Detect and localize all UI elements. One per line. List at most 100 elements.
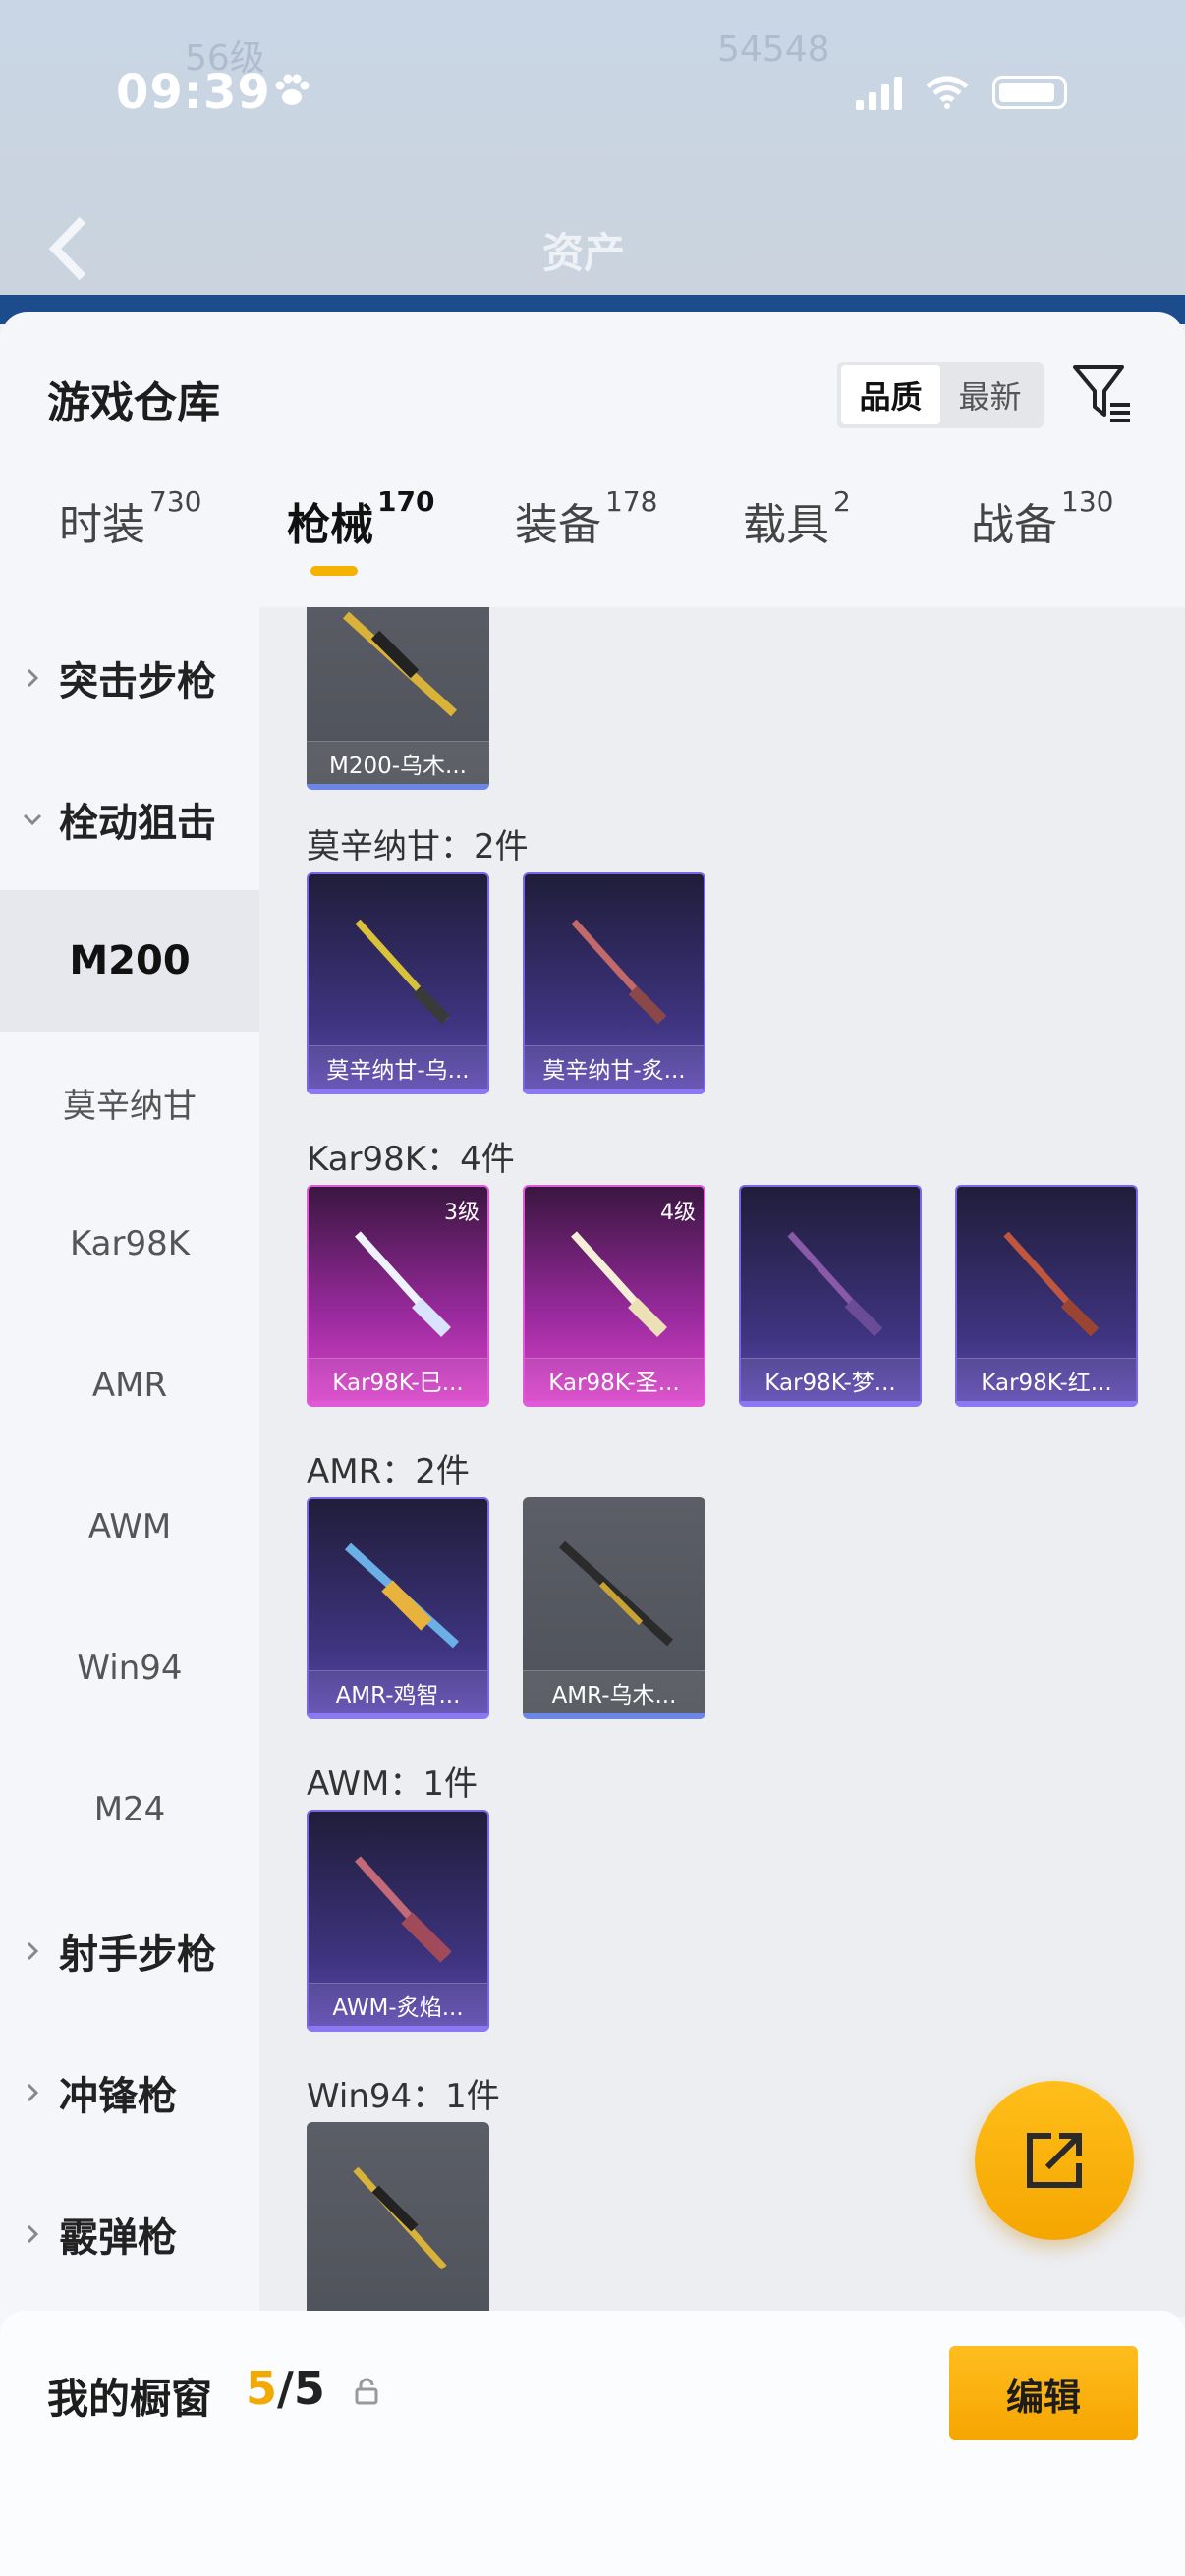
- weapon-card[interactable]: AMR-乌木...: [523, 1497, 705, 1719]
- weapon-card[interactable]: 3级 Kar98K-巳...: [307, 1185, 489, 1407]
- chevron-right-icon: [27, 668, 39, 688]
- rifle-image: [355, 1231, 451, 1337]
- weapon-name: Kar98K-巳...: [309, 1358, 487, 1401]
- weapon-grid: M200-乌木... 莫辛纳甘：2件 莫辛纳甘-乌... 莫辛纳甘-炙... K…: [259, 607, 1185, 2317]
- rifle-image: [355, 1856, 452, 1963]
- weapon-name: AMR-鸡智...: [309, 1670, 487, 1713]
- tab-vehicles[interactable]: 载具 2: [743, 485, 851, 552]
- category-tabs: 时装 730 枪械 170 装备 178 载具 2 战备 130: [0, 485, 1185, 578]
- sidebar-item-win94[interactable]: Win94: [0, 1597, 259, 1739]
- tab-label: 枪械: [287, 500, 373, 550]
- tab-count: 170: [377, 485, 435, 518]
- warehouse-title: 游戏仓库: [47, 378, 220, 428]
- sidebar-item-label: 冲锋枪: [59, 2074, 177, 2119]
- tab-label: 时装: [59, 500, 145, 550]
- tab-count: 730: [149, 485, 202, 518]
- ghost-text: 54548: [717, 29, 830, 70]
- page-title: 资产: [542, 229, 626, 277]
- weapon-card[interactable]: Kar98K-红...: [955, 1185, 1138, 1407]
- chevron-right-icon: [27, 2224, 39, 2244]
- wifi-icon: [926, 76, 969, 109]
- tab-count: 2: [833, 485, 851, 518]
- tab-label: 战备: [971, 500, 1057, 550]
- sidebar-item-label: 突击步枪: [59, 659, 216, 704]
- weapon-name: M200-乌木...: [307, 741, 489, 784]
- tab-count: 130: [1061, 485, 1114, 518]
- status-time: 09:39: [116, 65, 271, 120]
- sort-newest-button[interactable]: 最新: [940, 365, 1040, 424]
- sidebar-item-m200[interactable]: M200: [0, 890, 259, 1032]
- warehouse-sheet: 游戏仓库 品质 最新 时装 730 枪械 170 装备 178 载具 2 战备 130 突…: [0, 312, 1185, 2576]
- sidebar-item-mosin[interactable]: 莫辛纳甘: [0, 1032, 259, 1173]
- tab-equipment[interactable]: 装备 178: [515, 485, 657, 552]
- group-label-awm: AWM：1件: [307, 1764, 478, 1804]
- weapon-name: 莫辛纳甘-炙...: [525, 1045, 704, 1089]
- sidebar-item-m24[interactable]: M24: [0, 1739, 259, 1880]
- edit-button[interactable]: 编辑: [949, 2346, 1138, 2440]
- rifle-image: [342, 611, 458, 717]
- chevron-down-icon: [23, 813, 42, 826]
- paw-icon: [275, 74, 310, 105]
- lock-icon: [355, 2378, 378, 2405]
- rifle-image: [571, 1231, 667, 1337]
- tab-fashion[interactable]: 时装 730: [59, 485, 201, 552]
- sidebar-item-shotgun[interactable]: 霰弹枪: [0, 2163, 259, 2305]
- weapon-card[interactable]: AMR-鸡智...: [307, 1497, 489, 1719]
- sidebar-item-kar98k[interactable]: Kar98K: [0, 1173, 259, 1315]
- tab-count: 178: [605, 485, 658, 518]
- share-button[interactable]: [975, 2081, 1134, 2240]
- back-arrow-icon[interactable]: [47, 214, 90, 283]
- showcase-bar: 我的橱窗 5/5 编辑: [0, 2311, 1185, 2576]
- sidebar-item-marksman-rifle[interactable]: 射手步枪: [0, 1880, 259, 2022]
- weapon-card[interactable]: 莫辛纳甘-乌...: [307, 872, 489, 1094]
- rifle-image: [353, 2166, 447, 2270]
- sidebar-item-smg[interactable]: 冲锋枪: [0, 2022, 259, 2163]
- share-icon: [1027, 2133, 1082, 2188]
- status-icons: [856, 75, 1067, 110]
- group-label-mosin: 莫辛纳甘：2件: [307, 827, 529, 867]
- group-label-kar98k: Kar98K：4件: [307, 1140, 515, 1179]
- battery-icon: [992, 76, 1067, 109]
- filter-icon[interactable]: [1071, 362, 1134, 424]
- weapon-name: 莫辛纳甘-乌...: [309, 1045, 487, 1089]
- rifle-image: [344, 1542, 460, 1649]
- signal-icon: [856, 75, 902, 110]
- tab-label: 装备: [515, 500, 601, 550]
- weapon-sidebar: 突击步枪 栓动狙击 M200 莫辛纳甘 Kar98K AMR AWM Win94…: [0, 607, 259, 2317]
- showcase-label: 我的橱窗: [47, 2375, 213, 2423]
- rifle-image: [355, 919, 451, 1025]
- sidebar-item-label: 霰弹枪: [59, 2215, 177, 2261]
- tab-firearms[interactable]: 枪械 170: [287, 485, 434, 576]
- chevron-right-icon: [27, 1941, 39, 1961]
- weapon-card[interactable]: Kar98K-梦...: [739, 1185, 922, 1407]
- sort-toggle: 品质 最新: [837, 362, 1044, 428]
- weapon-name: Kar98K-圣...: [525, 1358, 704, 1401]
- group-label-amr: AMR：2件: [307, 1452, 470, 1491]
- weapon-name: Kar98K-梦...: [741, 1358, 920, 1401]
- tab-supplies[interactable]: 战备 130: [971, 485, 1113, 552]
- tab-label: 载具: [743, 500, 829, 550]
- showcase-total: /5: [277, 2362, 325, 2415]
- sidebar-item-awm[interactable]: AWM: [0, 1456, 259, 1597]
- showcase-count: 5/5: [246, 2362, 325, 2415]
- weapon-card[interactable]: M200-乌木...: [307, 607, 489, 790]
- sort-quality-button[interactable]: 品质: [841, 365, 940, 424]
- sidebar-item-amr[interactable]: AMR: [0, 1315, 259, 1456]
- weapon-card[interactable]: AWM-炙焰...: [307, 1810, 489, 2032]
- rifle-image: [1003, 1231, 1100, 1337]
- sidebar-item-label: 栓动狙击: [59, 801, 216, 846]
- rifle-image: [558, 1540, 674, 1647]
- chevron-right-icon: [27, 2083, 39, 2102]
- weapon-name: Kar98K-红...: [957, 1358, 1136, 1401]
- rifle-image: [571, 919, 667, 1025]
- weapon-card[interactable]: 4级 Kar98K-圣...: [523, 1185, 705, 1407]
- weapon-name: AMR-乌木...: [523, 1670, 705, 1713]
- weapon-card[interactable]: [307, 2122, 489, 2317]
- weapon-name: AWM-炙焰...: [309, 1983, 487, 2026]
- group-label-win94: Win94：1件: [307, 2077, 500, 2116]
- sidebar-item-label: 射手步枪: [59, 1932, 216, 1978]
- weapon-card[interactable]: 莫辛纳甘-炙...: [523, 872, 705, 1094]
- rifle-image: [787, 1231, 883, 1337]
- sidebar-item-assault-rifle[interactable]: 突击步枪: [0, 607, 259, 749]
- sidebar-item-bolt-sniper[interactable]: 栓动狙击: [0, 749, 259, 890]
